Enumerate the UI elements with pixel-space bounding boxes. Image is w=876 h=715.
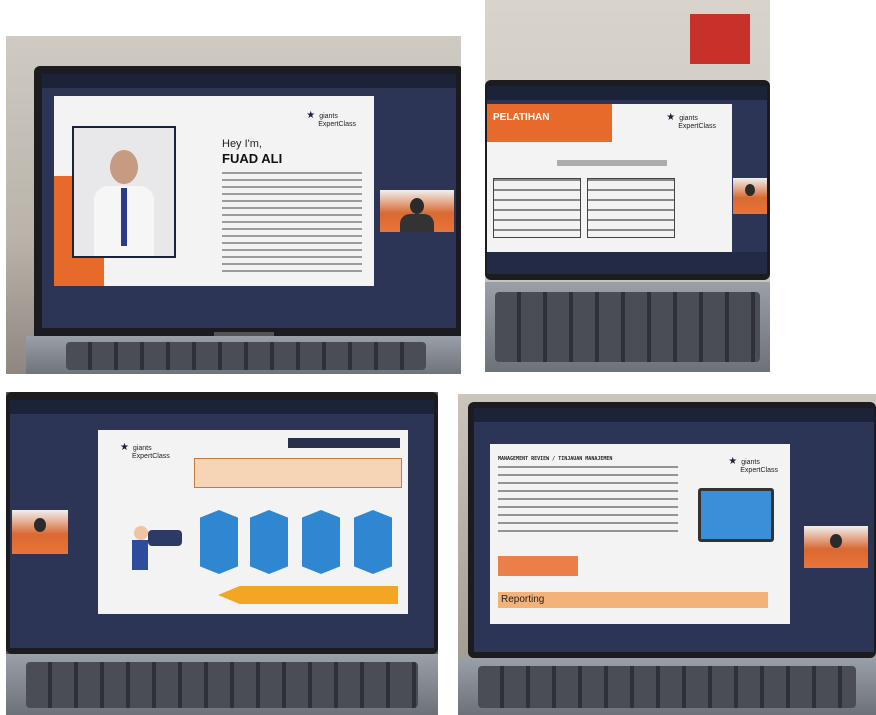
direction-arrow: [218, 586, 398, 604]
keyboard-keys: [26, 662, 418, 708]
participant-head: [830, 534, 842, 548]
cartoon-figure: [128, 520, 184, 590]
participant-head: [34, 518, 46, 532]
review-heading: MANAGEMENT REVIEW / TINJAUAN MANAJEMEN: [498, 456, 613, 462]
definition-box: [194, 458, 402, 488]
logo-text-line1: giants: [319, 113, 338, 120]
review-text-block: [498, 466, 678, 532]
logo-text-line1: giants: [132, 445, 152, 452]
zoom-top-bar: [42, 74, 456, 88]
step-chevron-2: [250, 510, 288, 574]
zoom-top-bar: [10, 400, 434, 414]
photo-laptop-process-slide: ★ giants ExpertClass: [6, 392, 438, 715]
speaker-head: [110, 150, 138, 184]
reporting-bar: Reporting: [498, 592, 768, 608]
heading-bar: [288, 438, 400, 448]
star-icon: ★: [666, 112, 676, 123]
giants-logo: ★ giants ExpertClass: [728, 456, 778, 475]
keyboard-keys: [66, 342, 426, 370]
note-box: [498, 556, 578, 576]
laptop-illustration: [698, 488, 774, 542]
list-box-left: [493, 178, 581, 238]
zoom-top-bar: [474, 408, 874, 422]
giants-logo: ★ giants ExpertClass: [306, 110, 356, 129]
logo-text-line2: ExpertClass: [678, 123, 716, 130]
laptop-keyboard-deck: [458, 658, 876, 715]
laptop-bezel: PELATIHAN ★ giants ExpertClass: [485, 80, 770, 280]
presentation-slide: Hey I'm, FUAD ALI ★ giants ExpertClass: [54, 96, 374, 286]
slide-speaker-name: FUAD ALI: [222, 151, 283, 166]
reporting-label: Reporting: [501, 594, 545, 605]
speaker-photo: [72, 126, 176, 258]
figure-body: [132, 540, 148, 570]
presentation-slide: ★ giants ExpertClass: [98, 430, 408, 614]
laptop-keyboard-deck: [6, 654, 438, 715]
list-box-right: [587, 178, 675, 238]
participant-head: [745, 184, 755, 196]
speaker-tie: [121, 188, 127, 246]
step-chevron-4: [354, 510, 392, 574]
participant-head: [410, 198, 424, 214]
participant-video: [12, 510, 68, 554]
slide-question: [557, 160, 667, 166]
giants-logo: ★ giants ExpertClass: [666, 112, 716, 131]
photo-laptop-speaker-intro: Hey I'm, FUAD ALI ★ giants ExpertClass: [6, 36, 461, 374]
star-icon: ★: [120, 442, 129, 453]
red-box: [690, 14, 750, 64]
participant-video: [804, 526, 868, 568]
photo-laptop-training-slide: PELATIHAN ★ giants ExpertClass: [485, 0, 770, 372]
logo-text-line2: ExpertClass: [132, 453, 170, 460]
presentation-slide: PELATIHAN ★ giants ExpertClass: [487, 104, 732, 252]
title-banner: PELATIHAN: [487, 104, 612, 142]
bio-text-block: [222, 172, 362, 272]
logo-text-line2: ExpertClass: [740, 467, 778, 474]
laptop-bezel: MANAGEMENT REVIEW / TINJAUAN MANAJEMEN ★…: [468, 402, 876, 658]
zoom-toolbar: [487, 252, 767, 274]
step-chevron-3: [302, 510, 340, 574]
participant-video: [733, 178, 767, 214]
laptop-screen: PELATIHAN ★ giants ExpertClass: [487, 86, 767, 274]
telescope-icon: [148, 530, 182, 546]
photo-laptop-management-review: MANAGEMENT REVIEW / TINJAUAN MANAJEMEN ★…: [458, 394, 876, 715]
zoom-top-bar: [487, 86, 767, 100]
figure-head: [134, 526, 148, 540]
star-icon: ★: [306, 110, 316, 121]
logo-text-line2: ExpertClass: [318, 121, 356, 128]
laptop-screen: Hey I'm, FUAD ALI ★ giants ExpertClass: [42, 74, 456, 328]
laptop-screen: ★ giants ExpertClass: [10, 400, 434, 648]
banner-title: PELATIHAN: [493, 112, 550, 123]
slide-greeting: Hey I'm,: [222, 138, 262, 150]
logo-text-line1: giants: [679, 115, 698, 122]
keyboard-keys: [495, 292, 760, 362]
step-chevron-1: [200, 510, 238, 574]
laptop-keyboard-deck: [485, 282, 770, 372]
participant-body: [400, 214, 434, 232]
star-icon: ★: [728, 456, 738, 467]
logo-text-line1: giants: [741, 459, 760, 466]
laptop-bezel: ★ giants ExpertClass: [6, 392, 438, 654]
laptop-bezel: Hey I'm, FUAD ALI ★ giants ExpertClass: [34, 66, 461, 346]
participant-video: [380, 190, 454, 232]
keyboard-keys: [478, 666, 856, 708]
laptop-screen: MANAGEMENT REVIEW / TINJAUAN MANAJEMEN ★…: [474, 408, 874, 652]
laptop-keyboard-deck: [26, 336, 461, 374]
giants-logo: ★ giants ExpertClass: [120, 442, 170, 461]
presentation-slide: MANAGEMENT REVIEW / TINJAUAN MANAJEMEN ★…: [490, 444, 790, 624]
